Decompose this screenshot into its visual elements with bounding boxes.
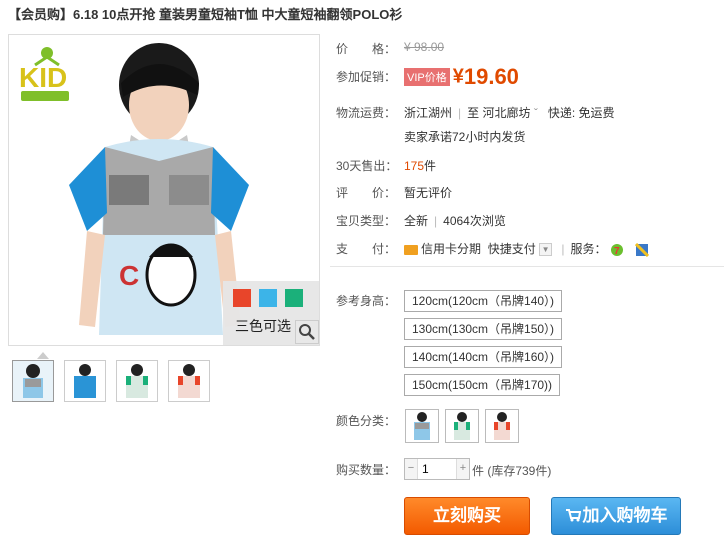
- seven-day-return-icon[interactable]: 7: [610, 243, 624, 257]
- review-label: 评 价：: [336, 186, 397, 200]
- size-option-140[interactable]: 140cm(140cm（吊牌160）): [404, 346, 563, 368]
- color-options-label: 三色可选: [235, 318, 291, 334]
- installment-link[interactable]: 信用卡分期: [421, 242, 481, 256]
- sold-count: 175: [404, 159, 425, 173]
- payment-label: 支 付：: [336, 242, 397, 256]
- size-label: 参考身高：: [336, 294, 397, 308]
- cart-icon: [565, 499, 581, 535]
- ship-to: 河北廊坊: [482, 106, 531, 120]
- quantity-increase-button[interactable]: +: [456, 459, 469, 479]
- size-option-130[interactable]: 130cm(130cm（吊牌150）): [404, 318, 563, 340]
- promo-label: 参加促销：: [336, 70, 397, 84]
- currency-symbol: ¥: [452, 65, 464, 88]
- magnifier-icon: [299, 324, 315, 340]
- color-label: 颜色分类：: [336, 414, 397, 428]
- view-count: 4064次浏览: [443, 214, 506, 228]
- original-price: ¥ 98.00: [404, 40, 445, 54]
- ship-from: 浙江湖州: [404, 106, 453, 120]
- main-product-image[interactable]: KID C 三色可选: [8, 34, 320, 346]
- add-to-cart-label: 加入购物车: [582, 506, 668, 525]
- thumbnail-3[interactable]: [116, 360, 158, 402]
- thumbnail-1[interactable]: [12, 360, 54, 402]
- credit-card-icon: [404, 244, 418, 255]
- color-option-red[interactable]: [485, 409, 519, 443]
- svg-text:KID: KID: [19, 62, 67, 93]
- review-value: 暂无评价: [404, 186, 453, 200]
- zoom-button[interactable]: [295, 320, 319, 344]
- quick-pay-link[interactable]: 快捷支付: [488, 242, 536, 256]
- quantity-stepper: − +: [404, 458, 470, 480]
- thumbnail-strip: [8, 352, 218, 406]
- color-option-blue[interactable]: [405, 409, 439, 443]
- service-label: 服务：: [570, 242, 607, 256]
- buy-now-button[interactable]: 立刻购买: [404, 497, 530, 535]
- vip-badge: VIP价格: [404, 68, 450, 86]
- sold-unit: 件: [424, 159, 437, 173]
- quantity-decrease-button[interactable]: −: [405, 459, 418, 479]
- shipping-label: 物流运费：: [336, 106, 397, 120]
- add-to-cart-button[interactable]: 加入购物车: [551, 497, 681, 535]
- quantity-label: 购买数量：: [336, 463, 397, 477]
- selected-thumb-arrow: [37, 352, 49, 359]
- product-photo: KID C: [9, 35, 319, 345]
- ship-to-select[interactable]: 河北廊坊 ˇ: [483, 106, 538, 120]
- size-option-150[interactable]: 150cm(150cm（吊牌170)): [404, 374, 561, 396]
- product-title: 【会员购】6.18 10点开抢 童装男童短袖T恤 中大童短袖翻领POLO衫: [8, 7, 403, 22]
- section-divider: [330, 266, 724, 267]
- quantity-input[interactable]: [419, 459, 459, 479]
- ship-to-prefix: 至: [467, 106, 480, 120]
- type-value: 全新: [404, 214, 429, 228]
- color-option-green[interactable]: [445, 409, 479, 443]
- svg-text:C: C: [119, 260, 139, 291]
- stock-text: 件 (库存739件): [472, 464, 552, 478]
- type-label: 宝贝类型：: [336, 214, 397, 228]
- more-payment-dropdown[interactable]: ▼: [539, 243, 553, 257]
- thumbnail-4[interactable]: [168, 360, 210, 402]
- ship-promise: 卖家承诺72小时内发货: [404, 130, 526, 144]
- svg-text:7: 7: [614, 246, 620, 257]
- ship-mode: 快递: 免运费: [547, 106, 615, 120]
- size-option-120[interactable]: 120cm(120cm（吊牌140）): [404, 290, 563, 312]
- promo-price: 19.60: [463, 64, 519, 89]
- guarantee-icon[interactable]: [635, 242, 650, 257]
- thumbnail-2[interactable]: [64, 360, 106, 402]
- price-label: 价 格：: [336, 42, 397, 56]
- chevron-down-icon: ˇ: [533, 106, 538, 120]
- sold-label: 30天售出：: [336, 159, 398, 173]
